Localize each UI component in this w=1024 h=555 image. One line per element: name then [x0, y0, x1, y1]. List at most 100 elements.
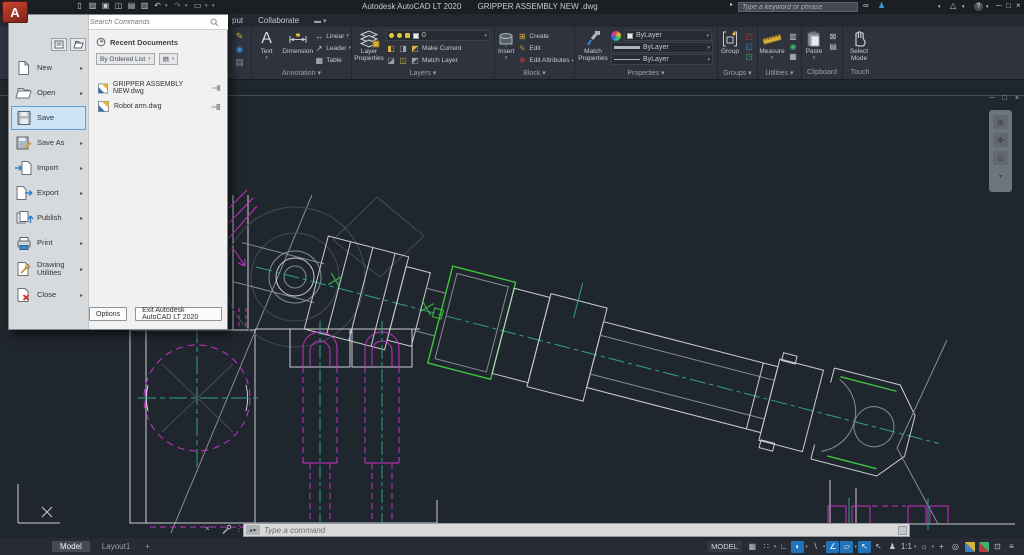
- help-icon[interactable]: ?: [974, 2, 983, 11]
- undo-dropdown-icon[interactable]: ▾: [165, 3, 170, 9]
- linetype-chevron[interactable]: ▾: [707, 57, 710, 63]
- text-button[interactable]: A Text ▾: [252, 29, 281, 67]
- menu-item-save-as[interactable]: Save As ▸: [11, 131, 86, 155]
- annotation-scale-value[interactable]: 1:1: [900, 541, 913, 553]
- select-mode-button[interactable]: Select Mode: [843, 29, 875, 67]
- media-tab-icon[interactable]: ▬ ▾: [314, 17, 326, 25]
- lineweight-chevron[interactable]: ▾: [707, 45, 710, 51]
- tab-layout1[interactable]: Layout1: [94, 541, 138, 552]
- bore-circle[interactable]: [138, 325, 258, 472]
- viewport-minimize-icon[interactable]: ─: [990, 95, 995, 102]
- redo-icon[interactable]: ↷: [172, 1, 183, 10]
- customization-menu-icon[interactable]: ≡: [1005, 541, 1018, 553]
- maximize-button[interactable]: □: [1006, 1, 1011, 10]
- qat-sheet-icon[interactable]: ▥: [139, 1, 150, 10]
- dimension-button[interactable]: Dimension: [281, 29, 314, 67]
- layer-properties-button[interactable]: Layer Properties: [352, 29, 386, 67]
- polar-tracking-icon[interactable]: ◐: [791, 540, 805, 553]
- help-search-input[interactable]: [738, 2, 858, 12]
- osnap-chevron-icon[interactable]: ▾: [854, 544, 857, 550]
- qat-new-icon[interactable]: ▯: [74, 1, 85, 10]
- match-properties-button[interactable]: Match Properties: [575, 29, 611, 67]
- search-binoculars-icon[interactable]: ∞: [863, 1, 869, 10]
- open-documents-toggle-icon[interactable]: [70, 38, 86, 51]
- graphics-performance-icon[interactable]: [963, 541, 976, 553]
- clipboard-panel-label[interactable]: Clipboard: [802, 69, 842, 79]
- annotation-scale-person-icon[interactable]: ♟: [886, 541, 899, 553]
- group-button[interactable]: Group: [718, 29, 742, 67]
- cylinder-arm[interactable]: [224, 198, 955, 492]
- quick-calc-icon[interactable]: ▦: [789, 52, 797, 61]
- group-edit-icon[interactable]: ◱: [745, 42, 753, 51]
- exit-button[interactable]: Exit Autodesk AutoCAD LT 2020: [135, 307, 222, 321]
- undo-icon[interactable]: ↶: [152, 1, 163, 10]
- navbar-more-icon[interactable]: ▾: [993, 169, 1008, 183]
- zoom-icon[interactable]: ⊙: [993, 151, 1008, 165]
- qat-open-icon[interactable]: ▨: [87, 1, 98, 10]
- qat-save-icon[interactable]: ▣: [100, 1, 111, 10]
- group-select-icon[interactable]: ◳: [745, 52, 753, 61]
- bolt-columns[interactable]: [289, 321, 413, 531]
- viewport-close-icon[interactable]: ×: [1015, 95, 1019, 102]
- linear-button[interactable]: ↔ Linear ▾: [314, 30, 351, 42]
- snap-chevron-icon[interactable]: ▾: [774, 544, 777, 550]
- help-chevron-icon[interactable]: ▾: [986, 4, 989, 10]
- color-wheel-icon[interactable]: [611, 31, 621, 41]
- grid-icon[interactable]: ▦: [746, 541, 759, 553]
- cut-icon[interactable]: ⊠: [830, 32, 837, 41]
- polar-chevron-icon[interactable]: ▾: [805, 544, 808, 550]
- tab-output-clipped[interactable]: put: [232, 16, 243, 25]
- copy-icon[interactable]: ▤: [829, 42, 837, 51]
- layer-dropdown-chevron[interactable]: ▾: [484, 33, 487, 39]
- osnap-tracking-icon[interactable]: ∠: [826, 540, 840, 553]
- clean-screen-icon[interactable]: ⊡: [991, 541, 1004, 553]
- pin-icon[interactable]: [211, 103, 221, 111]
- ortho-icon[interactable]: ∟: [777, 541, 790, 553]
- a360-chevron-icon[interactable]: ▾: [962, 4, 965, 10]
- recent-file-robot-arm[interactable]: Robot arm.dwg: [89, 98, 227, 115]
- edit-block-button[interactable]: ✎ Edit: [517, 42, 574, 54]
- commandline-customize-icon[interactable]: [221, 524, 232, 537]
- a360-dropdown-icon[interactable]: ▾: [938, 4, 941, 10]
- annotation-visibility-icon[interactable]: ↖: [857, 540, 871, 553]
- block-panel-label[interactable]: Block ▾: [495, 69, 574, 79]
- command-recent-icon[interactable]: [898, 525, 907, 535]
- make-current-button[interactable]: ◧ ◨ ◩ Make Current: [386, 42, 490, 54]
- isodraft-chevron-icon[interactable]: ▾: [823, 544, 826, 550]
- edit-attributes-button[interactable]: ❖ Edit Attributes ▾: [517, 55, 574, 67]
- groups-panel-label[interactable]: Groups ▾: [718, 69, 757, 79]
- create-block-button[interactable]: ⊞ Create: [517, 30, 574, 42]
- crosshair-icon[interactable]: +: [935, 541, 948, 553]
- annotation-panel-label[interactable]: Annotation ▾: [252, 69, 351, 79]
- commandline-grip-icon[interactable]: ⋮: [235, 524, 243, 533]
- pin-icon[interactable]: [212, 84, 221, 92]
- menu-item-publish[interactable]: Publish ▸: [11, 206, 86, 230]
- touch-panel-label[interactable]: Touch: [843, 69, 877, 79]
- object-color-dropdown[interactable]: ByLayer ▾: [624, 30, 712, 41]
- menu-item-drawing-utilities[interactable]: Drawing Utilities ▸: [11, 256, 86, 282]
- isodraft-icon[interactable]: ∖: [809, 541, 822, 553]
- commandline-close-icon[interactable]: ×: [205, 524, 210, 533]
- new-layout-button[interactable]: +: [142, 541, 153, 552]
- tag-icon[interactable]: ▤: [235, 57, 244, 68]
- properties-panel-label[interactable]: Properties ▾: [575, 69, 717, 79]
- sign-in-icon[interactable]: ♟: [878, 1, 885, 10]
- ungroup-icon[interactable]: ◰: [745, 32, 753, 41]
- menu-search-box[interactable]: [86, 15, 228, 30]
- command-input[interactable]: Type a command: [264, 526, 325, 535]
- paste-button[interactable]: Paste ▾: [802, 29, 826, 67]
- leader-button[interactable]: ↗ Leader ▾: [314, 42, 351, 54]
- workspace-dropdown-icon[interactable]: ▾: [205, 3, 210, 9]
- camera-icon[interactable]: ◉: [236, 44, 244, 55]
- minimize-button[interactable]: ─: [996, 1, 1002, 10]
- id-point-icon[interactable]: ▥: [789, 32, 797, 41]
- icon-size-dropdown[interactable]: ▤ ▾: [158, 53, 179, 65]
- insert-button[interactable]: Insert ▾: [495, 29, 517, 67]
- menu-item-import[interactable]: Import ▸: [11, 156, 86, 180]
- quick-select-icon[interactable]: ◉: [790, 42, 797, 51]
- menu-item-print[interactable]: Print ▸: [11, 231, 86, 255]
- snap-icon[interactable]: ∷: [760, 541, 773, 553]
- recent-documents-toggle-icon[interactable]: [51, 38, 67, 51]
- redo-dropdown-icon[interactable]: ▾: [185, 3, 190, 9]
- table-button[interactable]: ▦ Table: [314, 55, 351, 67]
